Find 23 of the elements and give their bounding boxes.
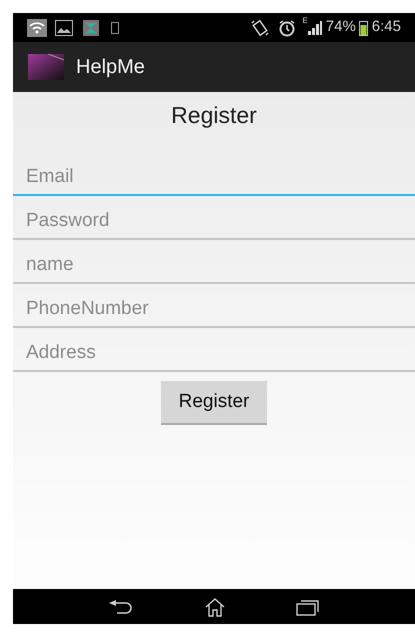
recent-apps-icon[interactable] xyxy=(296,598,320,616)
register-button[interactable]: Register xyxy=(161,381,267,425)
text-field[interactable]: Password xyxy=(13,196,415,240)
text-field[interactable]: PhoneNumber xyxy=(13,284,415,328)
app-title: HelpMe xyxy=(76,55,145,80)
phone-icon xyxy=(111,22,119,34)
battery-percent: 74% xyxy=(326,17,356,38)
battery-icon xyxy=(358,20,368,36)
clock: 6:45 xyxy=(372,17,401,38)
app-logo-icon xyxy=(28,54,64,80)
back-icon[interactable] xyxy=(108,598,134,614)
alarm-icon xyxy=(278,18,296,36)
home-icon[interactable] xyxy=(204,596,226,616)
text-field[interactable]: Email xyxy=(13,152,415,196)
image-icon xyxy=(55,20,73,36)
page-heading: Register xyxy=(170,101,258,130)
text-field[interactable]: Address xyxy=(13,328,415,372)
vibrate-icon xyxy=(250,18,270,36)
network-type: E xyxy=(302,17,308,25)
text-field[interactable]: name xyxy=(13,240,415,284)
signal-icon xyxy=(308,20,322,34)
wifi-icon xyxy=(27,18,47,36)
app-notification-icon xyxy=(83,20,99,36)
